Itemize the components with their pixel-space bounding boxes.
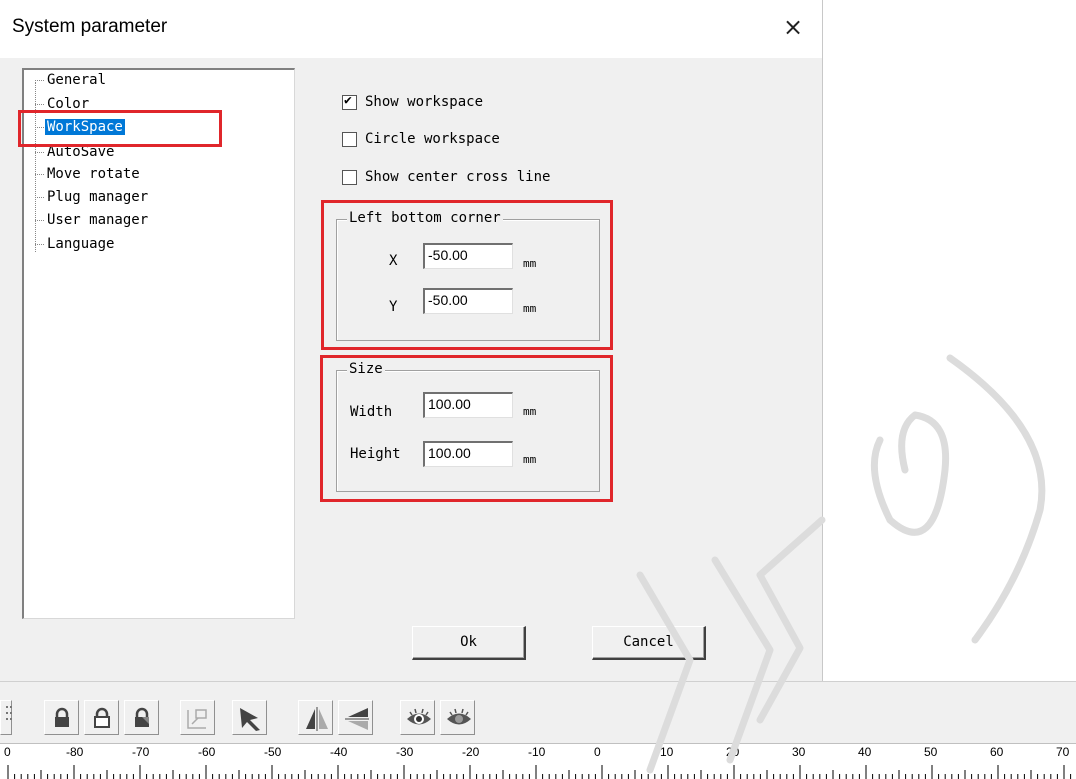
checkbox-label: Show workspace [365,94,484,110]
ruler-tick-label: -80 [66,745,84,759]
tree-item-label: Color [47,96,90,112]
ruler-tick-label: 10 [660,745,674,759]
tree-item-label: Language [47,236,115,252]
tree-item-user-manager[interactable]: User manager [35,212,150,234]
unit-label: mm [523,302,537,315]
tree-item-color[interactable]: Color [35,96,91,118]
x-label: X [389,253,398,269]
system-parameter-dialog: System parameter × General Color WorkSpa… [0,0,823,690]
x-input[interactable]: -50.00 [423,243,513,269]
eye-hidden-icon[interactable] [440,700,475,735]
group-title: Left bottom corner [347,210,503,226]
ruler-tick-label: 50 [924,745,938,759]
left-bottom-corner-group: Left bottom corner X -50.00 mm Y -50.00 … [336,210,600,341]
align-icon[interactable] [180,700,215,735]
mirror-horizontal-icon[interactable] [298,700,333,735]
cursor-icon[interactable] [232,700,267,735]
show-center-cross-line-checkbox[interactable]: Show center cross line [342,169,550,185]
checkbox-box[interactable]: ✔ [342,92,357,110]
grid-select-icon[interactable] [0,700,12,735]
settings-tree: General Color WorkSpace AutoSave Move ro… [22,68,295,619]
y-label: Y [389,299,398,315]
show-workspace-checkbox[interactable]: ✔ Show workspace [342,92,484,110]
checkmark-icon: ✔ [344,92,352,108]
height-label: Height [350,446,401,462]
checkbox-label: Show center cross line [365,169,551,185]
ruler-tick-label: 30 [792,745,806,759]
ruler-tick-label: -10 [528,745,546,759]
size-group: Size Width 100.00 mm Height 100.00 mm [336,361,600,492]
dialog-titlebar[interactable]: System parameter × [0,0,822,58]
tree-item-label: User manager [47,212,149,228]
ruler-tick-label: 0 [4,745,11,759]
ruler-tick-label: -40 [330,745,348,759]
tree-item-autosave[interactable]: AutoSave [35,144,116,166]
tree-item-workspace[interactable]: WorkSpace [35,119,125,141]
checkbox-box[interactable] [342,169,357,185]
horizontal-ruler: 0 -80 -70 -60 -50 -40 -30 -20 -10 0 10 20 30 40 50 60 70 [0,743,1076,779]
unit-label: mm [523,405,537,418]
tree-item-label: Move rotate [47,166,140,182]
close-icon[interactable]: × [783,14,803,40]
ruler-tick-label: -20 [462,745,480,759]
tree-item-general[interactable]: General [35,72,108,94]
tree-item-move-rotate[interactable]: Move rotate [35,166,142,188]
mirror-vertical-icon[interactable] [338,700,373,735]
checkbox-box[interactable] [342,131,357,147]
height-input[interactable]: 100.00 [423,441,513,467]
ruler-tick-label: -50 [264,745,282,759]
unit-label: mm [523,453,537,466]
tree-item-label: AutoSave [47,144,115,160]
eye-icon[interactable] [400,700,435,735]
ok-button[interactable]: Ok [412,626,526,660]
ruler-tick-label: 40 [858,745,872,759]
y-input[interactable]: -50.00 [423,288,513,314]
group-title: Size [347,361,385,377]
unit-label: mm [523,257,537,270]
ruler-tick-label: -70 [132,745,150,759]
ruler-tick-label: 0 [594,745,601,759]
ruler-tick-label: -30 [396,745,414,759]
checkbox-label: Circle workspace [365,131,500,147]
tree-item-label: WorkSpace [45,119,125,135]
cancel-button[interactable]: Cancel [592,626,706,660]
circle-workspace-checkbox[interactable]: Circle workspace [342,131,500,147]
dialog-title: System parameter [12,16,168,37]
tree-item-label: Plug manager [47,189,149,205]
toolbar [0,681,1076,744]
tree-item-plug-manager[interactable]: Plug manager [35,189,150,211]
width-label: Width [350,404,393,420]
lock-alt-icon[interactable] [124,700,159,735]
tree-item-language[interactable]: Language [35,236,116,258]
ruler-tick-label: 70 [1056,745,1070,759]
width-input[interactable]: 100.00 [423,392,513,418]
unlock-icon[interactable] [84,700,119,735]
tree-item-label: General [47,72,107,88]
ruler-tick-label: -60 [198,745,216,759]
lock-icon[interactable] [44,700,79,735]
ruler-tick-label: 20 [726,745,740,759]
ruler-tick-label: 60 [990,745,1004,759]
